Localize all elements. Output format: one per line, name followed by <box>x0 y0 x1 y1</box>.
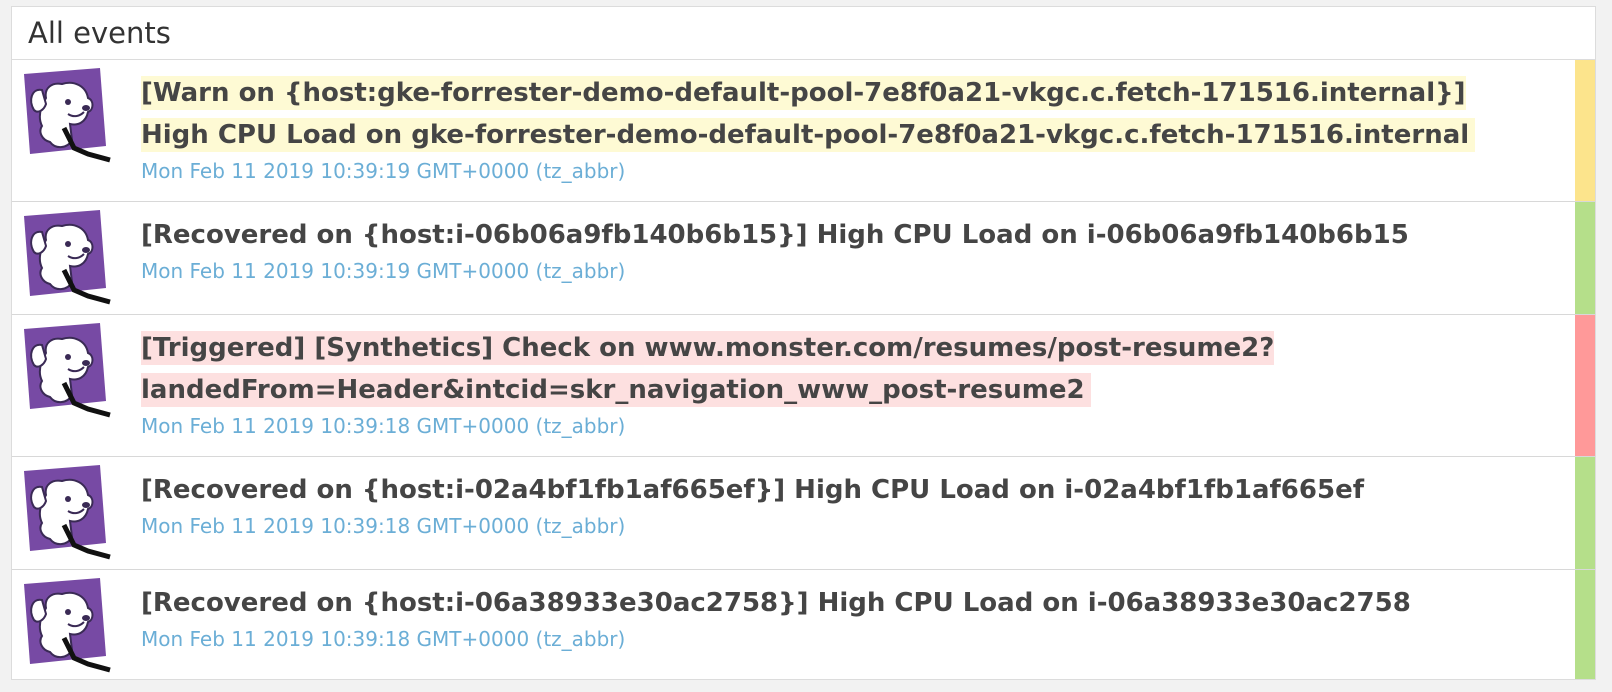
event-item[interactable]: [Triggered] [Synthetics] Check on www.mo… <box>12 315 1595 457</box>
event-content: [Warn on {host:gke-forrester-demo-defaul… <box>141 72 1505 184</box>
event-title[interactable]: [Recovered on {host:i-06a38933e30ac2758}… <box>141 582 1505 624</box>
event-title[interactable]: [Recovered on {host:i-06b06a9fb140b6b15}… <box>141 214 1505 256</box>
event-item[interactable]: [Recovered on {host:i-06a38933e30ac2758}… <box>12 570 1595 679</box>
status-bar-ok <box>1575 457 1595 569</box>
status-bar-ok <box>1575 570 1595 679</box>
datadog-dog-icon <box>24 68 111 163</box>
event-title-text[interactable]: [Recovered on {host:i-02a4bf1fb1af665ef}… <box>141 475 1364 505</box>
event-item[interactable]: [Warn on {host:gke-forrester-demo-defaul… <box>12 60 1595 202</box>
event-timestamp: Mon Feb 11 2019 10:39:18 GMT+0000 (tz_ab… <box>141 414 626 438</box>
event-title-text[interactable]: [Recovered on {host:i-06b06a9fb140b6b15}… <box>141 220 1409 250</box>
event-list: [Warn on {host:gke-forrester-demo-defaul… <box>12 60 1595 679</box>
event-item[interactable]: [Recovered on {host:i-06b06a9fb140b6b15}… <box>12 202 1595 315</box>
datadog-dog-icon <box>24 210 111 305</box>
datadog-dog-icon <box>24 323 111 418</box>
widget-header: All events <box>12 7 1595 60</box>
event-content: [Recovered on {host:i-06a38933e30ac2758}… <box>141 582 1505 652</box>
datadog-dog-icon <box>24 465 111 560</box>
event-stream-widget: All events [Warn on {host:gke-forrester-… <box>11 6 1596 680</box>
status-bar-ok <box>1575 202 1595 314</box>
event-timestamp: Mon Feb 11 2019 10:39:18 GMT+0000 (tz_ab… <box>141 514 626 538</box>
datadog-dog-icon <box>24 578 111 673</box>
event-title[interactable]: [Triggered] [Synthetics] Check on www.mo… <box>141 327 1505 411</box>
event-item[interactable]: [Recovered on {host:i-02a4bf1fb1af665ef}… <box>12 457 1595 570</box>
event-timestamp: Mon Feb 11 2019 10:39:18 GMT+0000 (tz_ab… <box>141 627 626 651</box>
event-title-text[interactable]: [Recovered on {host:i-06a38933e30ac2758}… <box>141 588 1411 618</box>
event-title[interactable]: [Warn on {host:gke-forrester-demo-defaul… <box>141 72 1505 156</box>
event-content: [Recovered on {host:i-06b06a9fb140b6b15}… <box>141 214 1505 284</box>
event-timestamp: Mon Feb 11 2019 10:39:19 GMT+0000 (tz_ab… <box>141 159 626 183</box>
event-content: [Triggered] [Synthetics] Check on www.mo… <box>141 327 1505 439</box>
status-bar-warn <box>1575 60 1595 201</box>
status-bar-error <box>1575 315 1595 456</box>
event-title-text[interactable]: [Warn on {host:gke-forrester-demo-defaul… <box>141 76 1476 152</box>
event-title[interactable]: [Recovered on {host:i-02a4bf1fb1af665ef}… <box>141 469 1505 511</box>
event-title-text[interactable]: [Triggered] [Synthetics] Check on www.mo… <box>141 331 1275 407</box>
widget-title: All events <box>28 16 171 50</box>
event-content: [Recovered on {host:i-02a4bf1fb1af665ef}… <box>141 469 1505 539</box>
event-timestamp: Mon Feb 11 2019 10:39:19 GMT+0000 (tz_ab… <box>141 259 626 283</box>
